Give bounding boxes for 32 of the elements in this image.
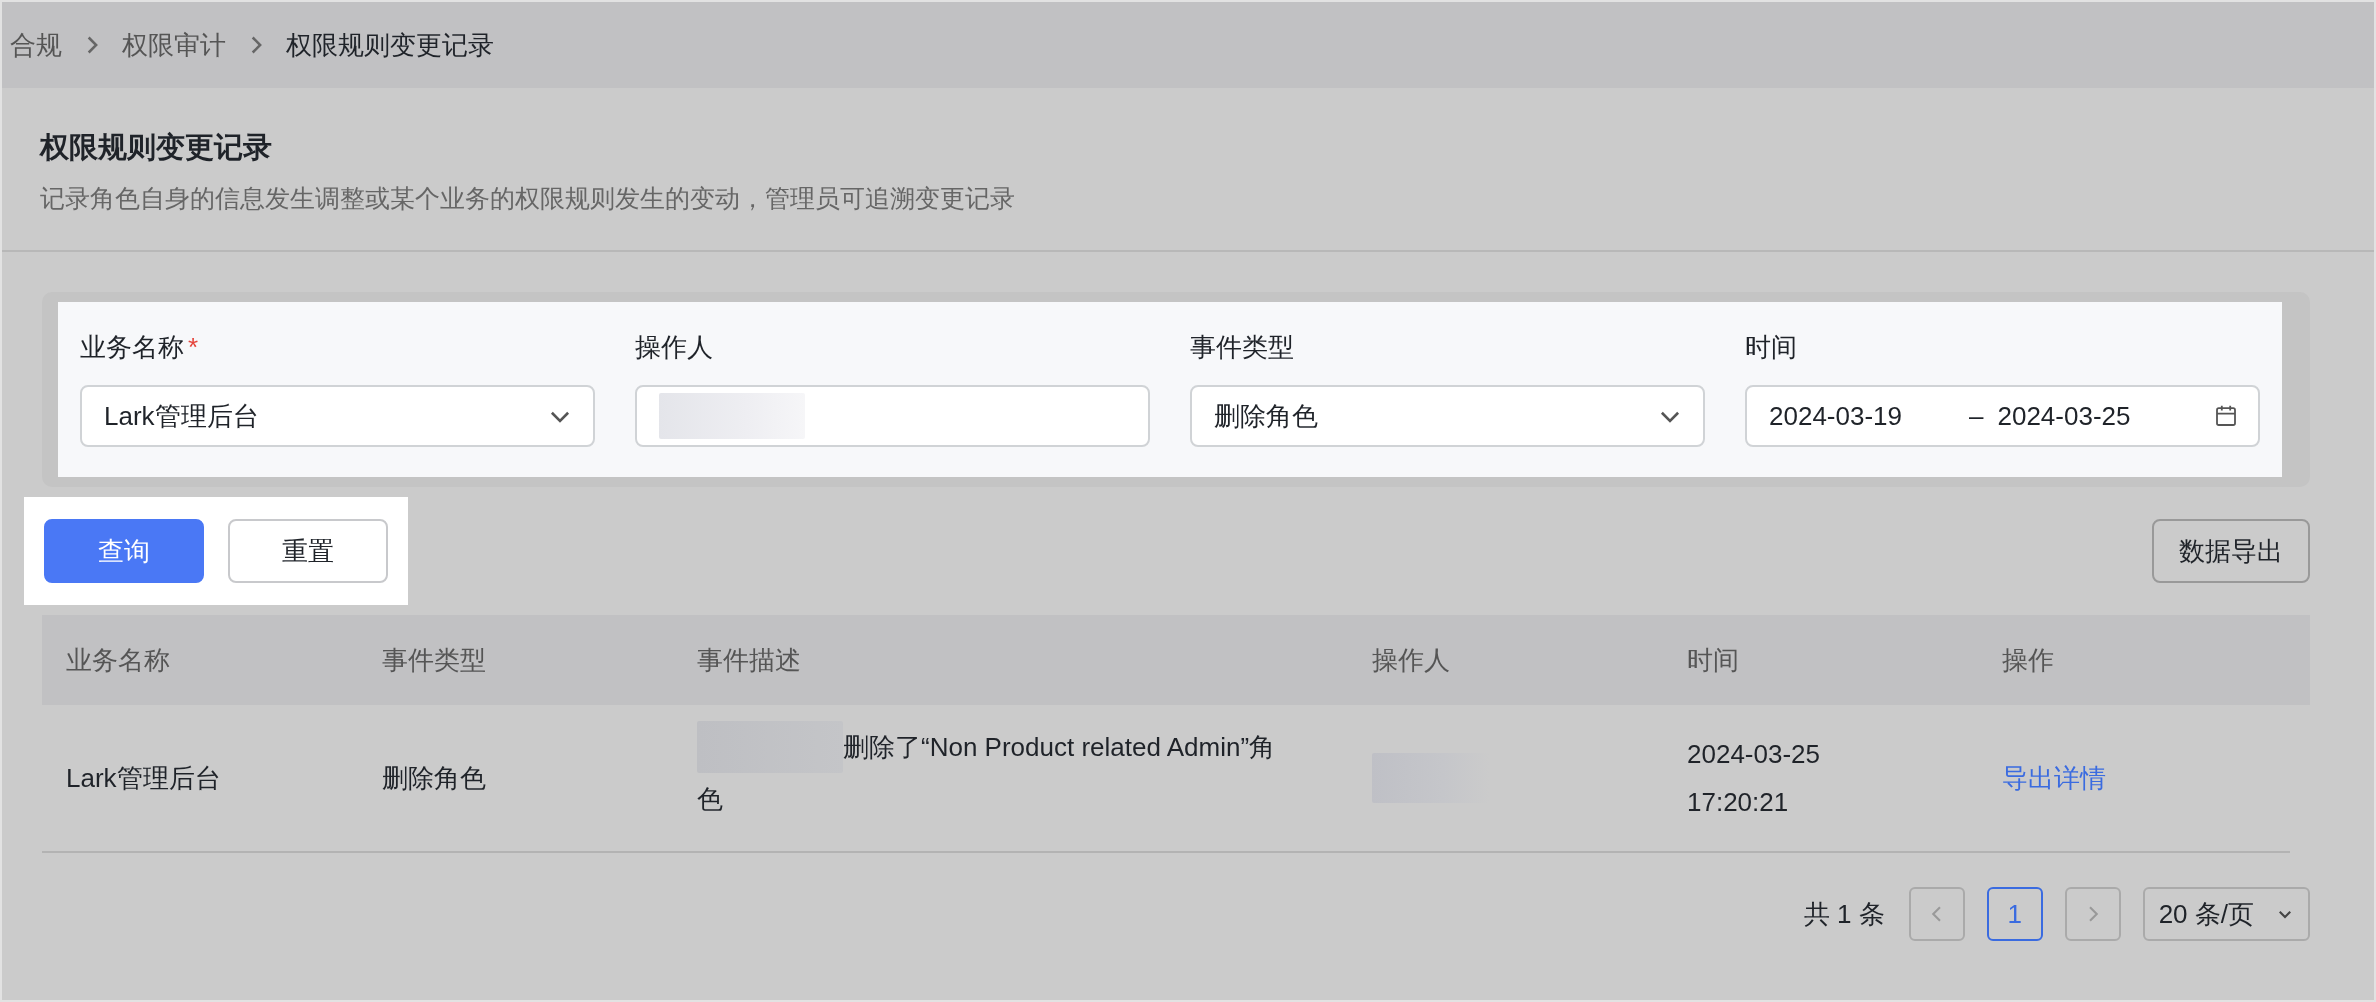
page-description: 记录角色自身的信息发生调整或某个业务的权限规则发生的变动，管理员可追溯变更记录	[40, 183, 1016, 214]
field-label: 操作人	[635, 332, 713, 362]
calendar-icon	[2214, 404, 2238, 428]
column-header: 操作人	[1371, 643, 1451, 677]
select-field[interactable]: 删除角色	[1190, 385, 1705, 447]
total-count: 共 1 条	[1803, 897, 1885, 931]
page-size-select[interactable]: 20 条/页	[2142, 887, 2310, 941]
breadcrumb-item[interactable]: 合规	[10, 27, 62, 63]
column-header: 业务名称	[65, 643, 171, 677]
column-header: 事件类型	[381, 643, 487, 677]
date-range-field[interactable]: 2024-03-19 – 2024-03-25	[1745, 385, 2260, 447]
breadcrumb-item[interactable]: 权限审计	[122, 27, 226, 63]
select-field[interactable]: Lark管理后台	[80, 385, 595, 447]
field-label: 业务名称	[80, 332, 184, 362]
input-field[interactable]	[635, 385, 1150, 447]
breadcrumb-item: 权限规则变更记录	[286, 28, 494, 62]
page-title: 权限规则变更记录	[40, 130, 273, 165]
field-label: 时间	[1745, 332, 1797, 362]
table-cell: 2024-03-25 17:20:21	[1687, 739, 1820, 817]
export-button[interactable]: 数据导出	[2152, 519, 2310, 583]
table-cell-text: Lark管理后台	[65, 761, 222, 795]
table-cell: 删除了“Non Product related Admin”角色	[697, 721, 1297, 825]
required-mark: *	[188, 332, 199, 362]
reset-button[interactable]: 重置	[228, 519, 388, 583]
column-header: 操作	[2001, 643, 2055, 677]
next-page-button[interactable]	[2064, 887, 2121, 941]
column-header: 事件描述	[696, 643, 802, 677]
field-label: 事件类型	[1190, 332, 1294, 362]
table-cell-text: 删除角色	[381, 761, 487, 795]
query-button[interactable]: 查询	[44, 519, 204, 583]
previous-page-button[interactable]	[1908, 887, 1965, 941]
column-header: 时间	[1686, 643, 1740, 677]
